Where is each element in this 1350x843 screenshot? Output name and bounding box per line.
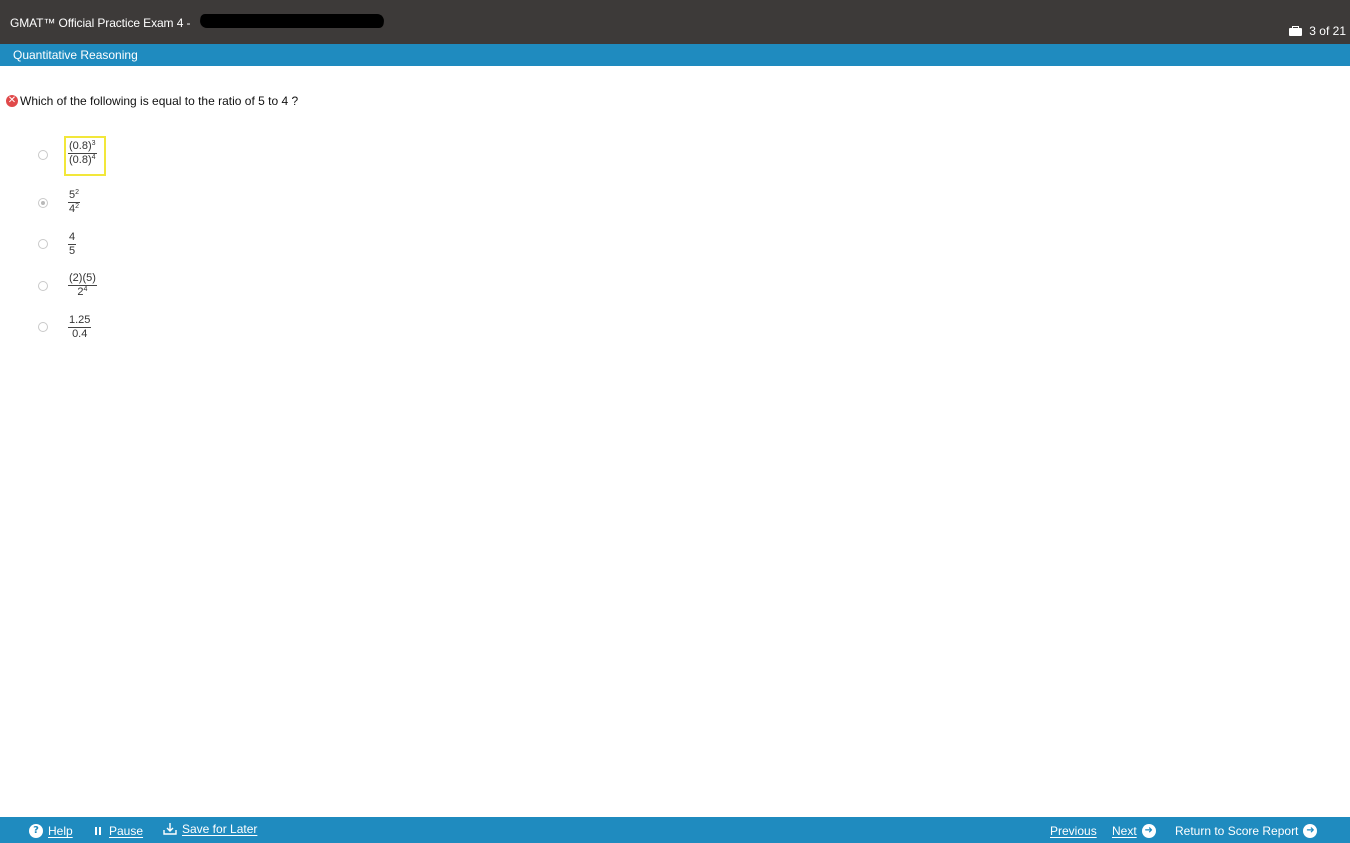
option-a-denominator: (0.8): [69, 154, 92, 166]
option-b-radio[interactable]: [38, 198, 48, 208]
option-d-den-exponent: 4: [83, 286, 88, 293]
option-a-num-exponent: 3: [91, 140, 96, 147]
option-b-den-exponent: 2: [75, 203, 80, 210]
option-a-numerator: (0.8): [69, 140, 92, 152]
option-c-numerator: 4: [69, 231, 76, 243]
answer-option-d[interactable]: (2)(5) 24: [0, 271, 400, 301]
question-text: Which of the following is equal to the r…: [20, 94, 299, 108]
option-a-den-exponent: 4: [91, 154, 96, 161]
option-b-num-exponent: 2: [75, 189, 80, 196]
arrow-right-circle-icon: ➜: [1141, 824, 1156, 838]
option-c-denominator: 5: [69, 245, 76, 257]
option-c-fraction: 4 5: [68, 231, 77, 257]
title-bar: GMAT™ Official Practice Exam 4 - 3 of 21: [0, 0, 1350, 44]
bottom-toolbar: ? Help Pause Save for Later Previous Nex…: [0, 817, 1350, 843]
previous-label: Previous: [1050, 824, 1097, 838]
help-icon: ?: [29, 824, 43, 838]
download-icon: [163, 823, 177, 835]
option-e-radio[interactable]: [38, 322, 48, 332]
arrow-right-circle-icon: ➜: [1303, 824, 1318, 838]
answer-option-c[interactable]: 4 5: [0, 229, 400, 259]
option-d-fraction: (2)(5) 24: [68, 273, 97, 298]
progress-text: 3 of 21: [1309, 24, 1346, 38]
question-progress: 3 of 21: [1289, 24, 1346, 38]
pause-icon: [95, 827, 101, 835]
return-to-score-report-button[interactable]: Return to Score Report ➜: [1175, 824, 1318, 838]
help-button[interactable]: ? Help: [29, 824, 73, 838]
option-d-radio[interactable]: [38, 281, 48, 291]
help-label: Help: [48, 824, 73, 838]
option-d-numerator: (2)(5): [69, 272, 96, 284]
pause-label: Pause: [109, 824, 144, 838]
question-stem: ✕ Which of the following is equal to the…: [6, 94, 298, 108]
option-c-radio[interactable]: [38, 239, 48, 249]
option-e-fraction: 1.25 0.4: [68, 314, 92, 340]
next-label: Next: [1112, 824, 1137, 838]
pause-button[interactable]: Pause: [95, 824, 143, 838]
exam-title: GMAT™ Official Practice Exam 4 -: [10, 16, 191, 30]
answer-option-b[interactable]: 52 42: [0, 188, 400, 218]
answer-option-e[interactable]: 1.25 0.4: [0, 312, 400, 342]
option-b-fraction: 52 42: [68, 189, 81, 215]
save-for-later-label: Save for Later: [182, 822, 258, 836]
section-title: Quantitative Reasoning: [13, 48, 138, 62]
redacted-name-mark: [199, 14, 385, 28]
answer-option-a[interactable]: (0.8)3 (0.8)4: [0, 140, 400, 170]
next-button[interactable]: Next ➜: [1112, 824, 1156, 838]
section-bar: Quantitative Reasoning: [0, 44, 1350, 66]
option-a-radio[interactable]: [38, 150, 48, 160]
option-e-numerator: 1.25: [69, 314, 91, 326]
incorrect-x-icon: ✕: [6, 95, 18, 107]
option-a-fraction: (0.8)3 (0.8)4: [68, 140, 97, 166]
option-e-denominator: 0.4: [72, 328, 88, 340]
return-to-score-report-label: Return to Score Report: [1175, 824, 1299, 838]
save-for-later-button[interactable]: Save for Later: [163, 822, 257, 836]
previous-button[interactable]: Previous: [1050, 824, 1097, 838]
briefcase-icon: [1289, 26, 1303, 36]
